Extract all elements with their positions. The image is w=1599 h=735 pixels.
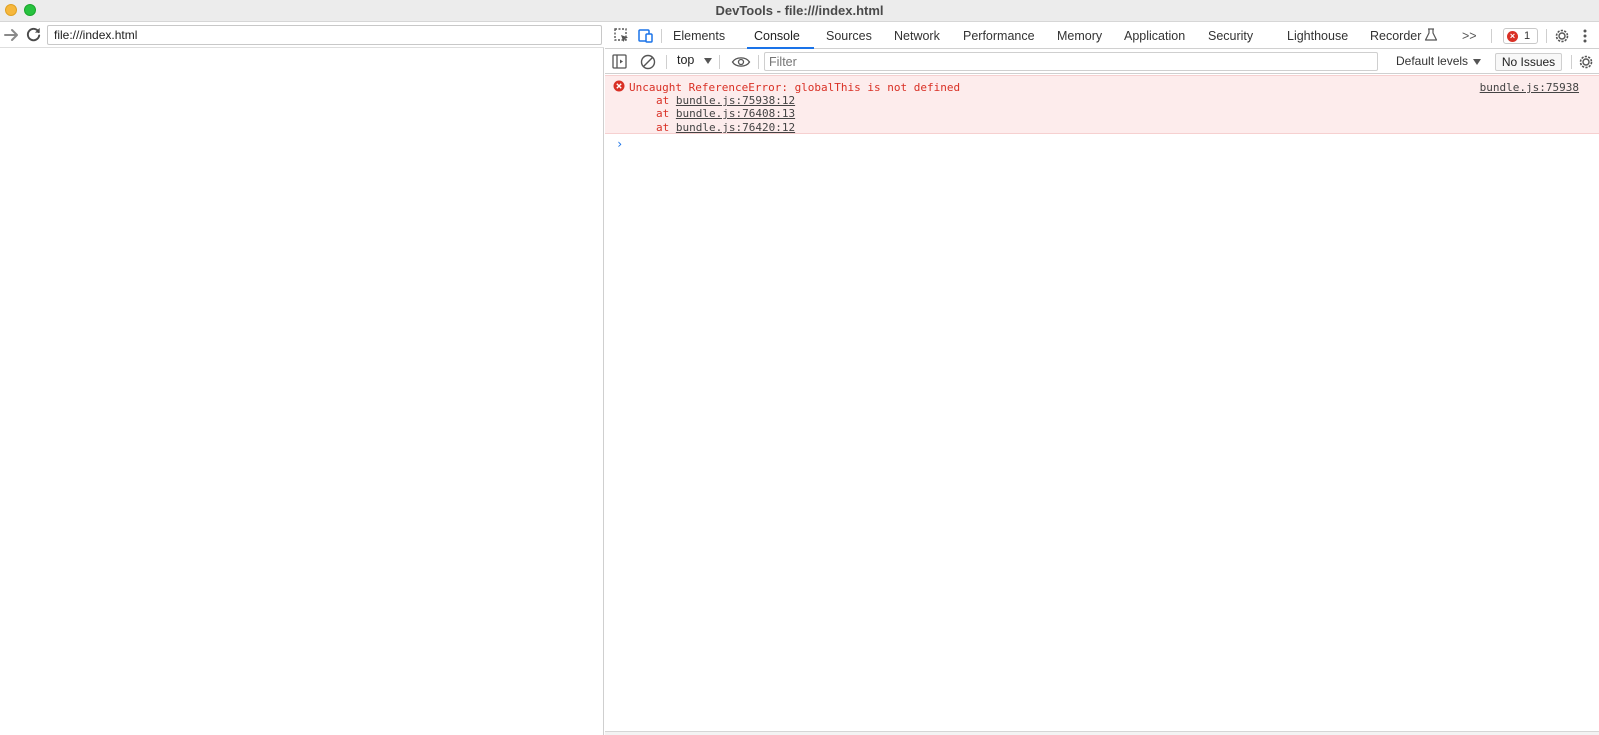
error-circle-icon: × xyxy=(1507,31,1518,42)
stack-frame-link[interactable]: bundle.js:76420:12 xyxy=(676,121,795,134)
toolbar-divider xyxy=(661,29,662,43)
tab-lighthouse[interactable]: Lighthouse xyxy=(1287,23,1348,49)
tab-application[interactable]: Application xyxy=(1124,23,1185,49)
toolbar-divider xyxy=(758,55,759,69)
url-input[interactable] xyxy=(47,25,602,45)
console-settings-gear-icon[interactable] xyxy=(1577,53,1595,71)
toolbar-divider xyxy=(719,55,720,69)
stack-frame-prefix: at xyxy=(656,94,670,107)
tab-recorder[interactable]: Recorder xyxy=(1370,23,1421,49)
console-toolbar: top Default levels No Issues xyxy=(605,50,1599,74)
flask-icon xyxy=(1424,28,1438,41)
active-tab-indicator xyxy=(747,47,814,49)
address-bar-row xyxy=(0,23,604,48)
tab-security[interactable]: Security xyxy=(1208,23,1253,49)
device-toolbar-icon[interactable] xyxy=(636,27,654,45)
toolbar-divider xyxy=(1546,29,1547,43)
toolbar-divider xyxy=(1491,29,1492,43)
tab-elements[interactable]: Elements xyxy=(673,23,725,49)
tab-console[interactable]: Console xyxy=(754,23,800,49)
forward-arrow-icon[interactable] xyxy=(3,26,21,44)
inspect-element-icon[interactable] xyxy=(613,27,631,45)
log-levels-dropdown[interactable]: Default levels xyxy=(1396,54,1468,68)
stack-frame-link[interactable]: bundle.js:76408:13 xyxy=(676,107,795,120)
more-tabs-button[interactable]: >> xyxy=(1462,23,1477,49)
clear-console-icon[interactable] xyxy=(639,53,657,71)
error-message-text: Uncaught ReferenceError: globalThis is n… xyxy=(629,81,961,94)
filter-input[interactable] xyxy=(764,52,1378,71)
stack-frame: at bundle.js:75938:12 xyxy=(656,94,795,107)
chevron-down-icon xyxy=(1473,59,1481,65)
console-bottom-edge xyxy=(605,731,1599,735)
stack-frame-prefix: at xyxy=(656,121,670,134)
eye-icon[interactable] xyxy=(731,53,751,71)
tab-memory[interactable]: Memory xyxy=(1057,23,1102,49)
window-titlebar: DevTools - file:///index.html xyxy=(0,0,1599,22)
kebab-menu-icon[interactable] xyxy=(1579,27,1591,45)
sidebar-toggle-icon[interactable] xyxy=(611,53,629,71)
console-prompt[interactable]: › xyxy=(616,137,623,151)
tab-network[interactable]: Network xyxy=(894,23,940,49)
stack-frame: at bundle.js:76420:12 xyxy=(656,121,795,134)
context-select[interactable]: top xyxy=(677,53,694,67)
stack-frame-link[interactable]: bundle.js:75938:12 xyxy=(676,94,795,107)
toolbar-divider xyxy=(666,55,667,69)
error-source-link[interactable]: bundle.js:75938 xyxy=(1480,81,1579,94)
window-title: DevTools - file:///index.html xyxy=(715,3,884,18)
browser-pane xyxy=(0,23,604,735)
error-count-badge[interactable]: × 1 xyxy=(1503,28,1538,44)
stack-frame-prefix: at xyxy=(656,107,670,120)
chevron-down-icon xyxy=(704,58,712,64)
reload-icon[interactable] xyxy=(24,25,43,44)
issues-button[interactable]: No Issues xyxy=(1495,53,1562,71)
error-icon xyxy=(613,80,625,92)
tab-sources[interactable]: Sources xyxy=(826,23,872,49)
stack-frame: at bundle.js:76408:13 xyxy=(656,107,795,120)
console-output: Uncaught ReferenceError: globalThis is n… xyxy=(605,75,1599,735)
tab-performance[interactable]: Performance xyxy=(963,23,1035,49)
devtools-panel: Elements Console Sources Network Perform… xyxy=(605,23,1599,735)
toolbar-divider xyxy=(1571,55,1572,69)
devtools-tabbar: Elements Console Sources Network Perform… xyxy=(605,23,1599,49)
gear-icon[interactable] xyxy=(1553,27,1571,45)
error-count: 1 xyxy=(1524,30,1531,42)
console-error-message: Uncaught ReferenceError: globalThis is n… xyxy=(605,75,1599,134)
